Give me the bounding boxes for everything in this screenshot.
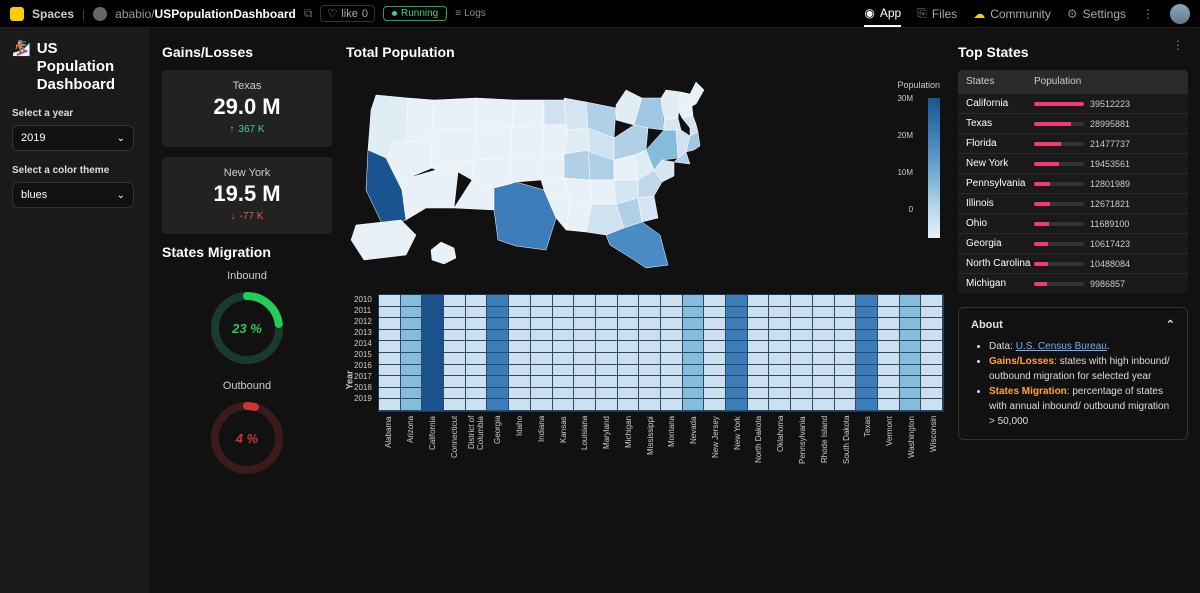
like-button[interactable]: ♡ like 0 — [320, 5, 375, 22]
table-row: Georgia10617423 — [958, 233, 1188, 253]
topbar: Spaces | ababio/USPopulationDashboard ⧉ … — [0, 0, 1200, 28]
gains-title: Gains/Losses — [162, 44, 332, 60]
tab-community[interactable]: ☁Community — [973, 7, 1051, 21]
community-icon: ☁ — [973, 7, 985, 21]
migration-title: States Migration — [162, 244, 332, 260]
theme-select[interactable]: blues⌄ — [12, 182, 134, 208]
user-avatar[interactable] — [1170, 4, 1190, 24]
chevron-down-icon: ⌄ — [117, 133, 125, 144]
table-row: California39512223 — [958, 93, 1188, 113]
theme-label: Select a color theme — [12, 165, 138, 176]
inbound-donut: Inbound 23 % — [162, 270, 332, 366]
heatmap[interactable]: Year 20102011201220132014201520162017201… — [346, 294, 944, 476]
copy-icon[interactable]: ⧉ — [304, 6, 313, 21]
chevron-down-icon: ⌄ — [117, 190, 125, 201]
gear-icon: ⚙ — [1067, 7, 1078, 21]
arrow-icon: ↓ — [231, 211, 236, 222]
arrow-icon: ↑ — [229, 124, 234, 135]
table-row: Michigan9986857 — [958, 273, 1188, 293]
table-row: Florida21477737 — [958, 133, 1188, 153]
gain-card: Texas29.0 M↑367 K — [162, 70, 332, 147]
table-row: Pennsylvania12801989 — [958, 173, 1188, 193]
tab-settings[interactable]: ⚙Settings — [1067, 7, 1126, 21]
tab-files[interactable]: ⎘Files — [917, 6, 957, 21]
about-toggle[interactable]: About⌃ — [971, 318, 1175, 331]
main-more-icon[interactable]: ⋮ — [1172, 38, 1184, 52]
app-title: 🏂US Population Dashboard — [12, 40, 138, 94]
topstates-title: Top States — [958, 44, 1188, 60]
table-row: New York19453561 — [958, 153, 1188, 173]
choropleth-map[interactable]: Population 30M20M10M0 — [346, 70, 944, 280]
map-legend: Population 30M20M10M0 — [897, 80, 940, 242]
owner-avatar[interactable] — [93, 7, 107, 21]
table-row: Illinois12671821 — [958, 193, 1188, 213]
sidebar: 🏂US Population Dashboard Select a year 2… — [0, 28, 150, 593]
files-icon: ⎘ — [917, 6, 927, 21]
chevron-up-icon: ⌃ — [1166, 318, 1175, 331]
census-link[interactable]: U.S. Census Bureau — [1016, 341, 1107, 352]
table-row: Texas28995881 — [958, 113, 1188, 133]
table-row: North Carolina10488084 — [958, 253, 1188, 273]
map-title: Total Population — [346, 44, 944, 60]
tab-app[interactable]: ◉App — [864, 6, 901, 27]
space-path[interactable]: ababio/USPopulationDashboard — [115, 7, 296, 21]
topstates-table: StatesPopulation California39512223Texas… — [958, 70, 1188, 293]
rocket-icon: 🏂 — [12, 40, 31, 58]
logs-link[interactable]: ≡ Logs — [455, 8, 486, 19]
table-row: Ohio11689100 — [958, 213, 1188, 233]
about-panel: About⌃ Data: U.S. Census Bureau. Gains/L… — [958, 307, 1188, 440]
year-label: Select a year — [12, 108, 138, 119]
outbound-donut: Outbound 4 % — [162, 380, 332, 476]
app-icon: ◉ — [864, 6, 874, 20]
gain-card: New York19.5 M↓-77 K — [162, 157, 332, 234]
topbar-more-icon[interactable]: ⋮ — [1142, 7, 1154, 21]
status-badge[interactable]: Running — [383, 6, 447, 21]
brand[interactable]: Spaces — [32, 7, 74, 21]
hf-logo-icon — [10, 7, 24, 21]
year-select[interactable]: 2019⌄ — [12, 125, 134, 151]
